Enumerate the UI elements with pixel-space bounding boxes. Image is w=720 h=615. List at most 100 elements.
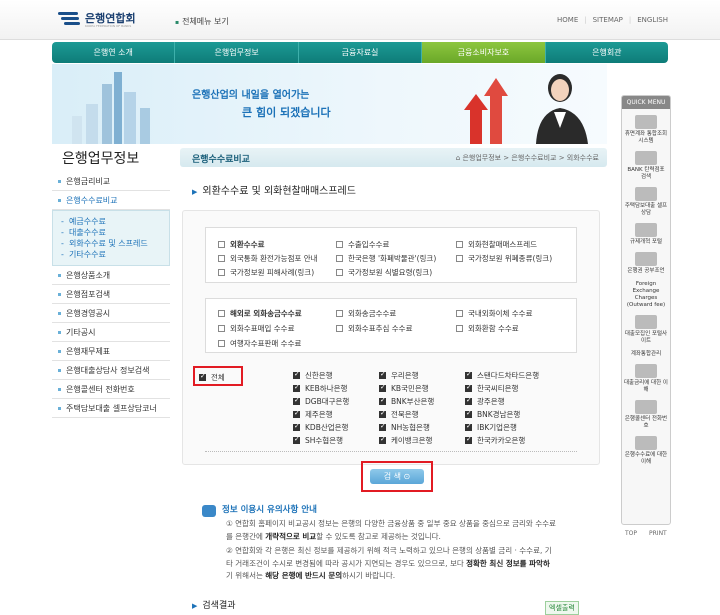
sitemap-link[interactable]: SITEMAP	[593, 16, 623, 24]
bank-checkbox[interactable]: DGB대구은행	[293, 396, 349, 407]
fx-fee-option[interactable]: 수출입수수료	[336, 239, 389, 250]
bank-checkbox[interactable]: KEB하나은행	[293, 383, 347, 394]
bank-checkbox[interactable]: IBK기업은행	[465, 422, 517, 433]
notice-paragraph-1: ① 연합회 홈페이지 비교공시 정보는 은행의 다양한 금융상품 중 일부 중요…	[226, 519, 556, 541]
quick-menu-item[interactable]: 대출금리에 대한 이해	[622, 364, 670, 394]
quick-menu-item[interactable]: 대출모집인 포털사이트	[622, 315, 670, 345]
bank-checkbox[interactable]: 케이뱅크은행	[379, 435, 432, 446]
home-link[interactable]: HOME	[557, 16, 578, 24]
banner-slogan: 큰 힘이 되겠습니다	[242, 106, 331, 119]
lnb-item-mortgage-self[interactable]: 주택담보대출 셀프상담코너	[52, 399, 170, 418]
arrow-circle-icon: ⊙	[403, 472, 411, 481]
bank-checkbox[interactable]: 한국카카오은행	[465, 435, 525, 446]
left-nav: 은행금리비교 은행수수료비교 예금수수료 대출수수료 외화수수료 및 스프레드 …	[52, 172, 170, 418]
notice-icon	[202, 505, 216, 517]
quick-menu-item[interactable]: 은행콜센터 전화번호	[622, 400, 670, 430]
remittance-option[interactable]: 외화수표매입 수수료	[218, 323, 294, 334]
result-heading: 검색결과	[192, 598, 235, 611]
remittance-option[interactable]: 외화수표추심 수수료	[336, 323, 412, 334]
bank-checkbox[interactable]: KDB산업은행	[293, 422, 348, 433]
gnb-item-banking-info[interactable]: 은행업무정보	[175, 42, 299, 63]
lnb-item-rate-compare[interactable]: 은행금리비교	[52, 172, 170, 191]
quick-menu-item[interactable]: 휴면계좌 통합조회시스템	[622, 115, 670, 145]
bank-icon	[635, 151, 657, 165]
global-nav: 은행연 소개 은행업무정보 금융자료실 금융소비자보호 은행회관	[52, 42, 668, 63]
gnb-item-bank-hall[interactable]: 은행회관	[546, 42, 668, 63]
hero-banner: 은행산업의 내일을 열어가는 큰 힘이 되겠습니다	[52, 64, 607, 144]
full-menu-link[interactable]: 전체메뉴 보기	[175, 16, 229, 27]
lnb-item-products[interactable]: 은행상품소개	[52, 266, 170, 285]
quick-menu-item[interactable]: 은행수수료에 대한 이해	[622, 436, 670, 466]
lnb-item-call-center[interactable]: 은행콜센터 전화번호	[52, 380, 170, 399]
people-icon	[635, 252, 657, 266]
fx-fee-option[interactable]: 국가정보원 식별요령(링크)	[336, 267, 432, 278]
bank-checkbox[interactable]: SH수협은행	[293, 435, 343, 446]
search-highlight: 검 색 ⊙	[361, 461, 433, 492]
growth-arrows-icon	[464, 78, 508, 144]
lnb-sub-fx-fee[interactable]: 외화수수료 및 스프레드	[53, 238, 169, 249]
logo[interactable]: 은행연합회 KOREA FEDERATION OF BANKS	[58, 10, 136, 28]
bank-checkbox[interactable]: 스탠다드차타드은행	[465, 370, 539, 381]
quick-menu-item[interactable]: 규제개혁 포털	[622, 223, 670, 246]
headset-icon	[635, 400, 657, 414]
bank-checkbox[interactable]: 한국씨티은행	[465, 383, 518, 394]
lnb-item-branch-search[interactable]: 은행점포검색	[52, 285, 170, 304]
document-icon	[635, 223, 657, 237]
english-link[interactable]: ENGLISH	[637, 16, 668, 24]
all-banks-checkbox[interactable]: 전체	[199, 372, 225, 383]
fx-fee-option[interactable]: 외화현찰매매스프레드	[456, 239, 537, 250]
home-icon[interactable]: ⌂	[456, 154, 460, 162]
businesswoman-image	[536, 74, 588, 144]
page-title: 은행수수료비교	[192, 155, 250, 165]
gnb-item-consumer-protection[interactable]: 금융소비자보호	[422, 42, 546, 63]
quick-menu-footer: TOP PRINT	[625, 530, 667, 537]
remittance-option[interactable]: 국내외화이체 수수료	[456, 308, 532, 319]
fx-fee-option[interactable]: 국가정보원 피해사례(링크)	[218, 267, 314, 278]
lnb-item-fee-compare[interactable]: 은행수수료비교	[52, 191, 170, 210]
top-button[interactable]: TOP	[625, 530, 637, 537]
bank-checkbox[interactable]: BNK부산은행	[379, 396, 434, 407]
gnb-item-about[interactable]: 은행연 소개	[52, 42, 176, 63]
search-button[interactable]: 검 색 ⊙	[370, 469, 424, 484]
print-button[interactable]: PRINT	[649, 530, 667, 537]
remittance-option[interactable]: 여행자수표판매 수수료	[218, 338, 301, 349]
gnb-item-resources[interactable]: 금융자료실	[299, 42, 423, 63]
quick-menu-item[interactable]: BANK 탄력점포 검색	[622, 151, 670, 181]
quick-menu-item[interactable]: 은행권 공부조언	[622, 252, 670, 275]
bank-checkbox[interactable]: 신한은행	[293, 370, 333, 381]
quick-menu-item[interactable]: Foreign Exchange Charges (Outward fee)	[622, 281, 670, 309]
fx-fee-option[interactable]: 외국통화 환전가능점포 안내	[218, 253, 318, 264]
bank-checkbox[interactable]: 전북은행	[379, 409, 419, 420]
all-banks-highlight: 전체	[193, 366, 243, 386]
notice-title: 정보 이용시 유의사항 안내	[222, 505, 317, 515]
bank-checkbox[interactable]: 광주은행	[465, 396, 505, 407]
remittance-fee-box: 해외로 외화송금수수료 외화송금수수료 국내외화이체 수수료 외화수표매입 수수…	[205, 298, 577, 353]
city-illustration	[72, 72, 150, 144]
lnb-sub-other-fee[interactable]: 기타수수료	[53, 249, 169, 260]
bank-checkbox[interactable]: KB국민은행	[379, 383, 429, 394]
bank-checkbox[interactable]: 우리은행	[379, 370, 419, 381]
logo-icon	[58, 10, 82, 26]
remittance-header-checkbox[interactable]: 해외로 외화송금수수료	[218, 308, 302, 319]
bank-checkbox[interactable]: NH농협은행	[379, 422, 430, 433]
quick-menu-item[interactable]: 계좌통합관리	[622, 351, 670, 358]
lnb-item-loan-agent[interactable]: 은행대출상담사 정보검색	[52, 361, 170, 380]
bank-checkbox[interactable]: BNK경남은행	[465, 409, 520, 420]
lnb-sub-loan-fee[interactable]: 대출수수료	[53, 227, 169, 238]
remittance-option[interactable]: 외화환함 수수료	[456, 323, 519, 334]
remittance-option[interactable]: 외화송금수수료	[336, 308, 396, 319]
quick-menu-item[interactable]: 주택담보대출 셀프상담	[622, 187, 670, 217]
fx-fee-option[interactable]: 한국은행 '화폐박물관'(링크)	[336, 253, 436, 264]
fx-fee-header-checkbox[interactable]: 외환수수료	[218, 239, 265, 250]
lnb-item-other-disclosure[interactable]: 기타공시	[52, 323, 170, 342]
excel-export-button[interactable]: 엑셀출력	[545, 601, 579, 615]
lnb-sub-deposit-fee[interactable]: 예금수수료	[53, 216, 169, 227]
quick-menu: QUICK MENU 휴면계좌 통합조회시스템 BANK 탄력점포 검색 주택담…	[621, 95, 671, 525]
lnb-item-financial-statements[interactable]: 은행재무제표	[52, 342, 170, 361]
section-heading: 외환수수료 및 외화현찰매매스프레드	[192, 182, 356, 197]
lnb-item-management-disclosure[interactable]: 은행경영공시	[52, 304, 170, 323]
bank-checkbox[interactable]: 제주은행	[293, 409, 333, 420]
quick-menu-title: QUICK MENU	[622, 96, 670, 109]
fx-fee-option[interactable]: 국가정보원 위폐종류(링크)	[456, 253, 552, 264]
lnb-title: 은행업무정보	[62, 151, 140, 167]
